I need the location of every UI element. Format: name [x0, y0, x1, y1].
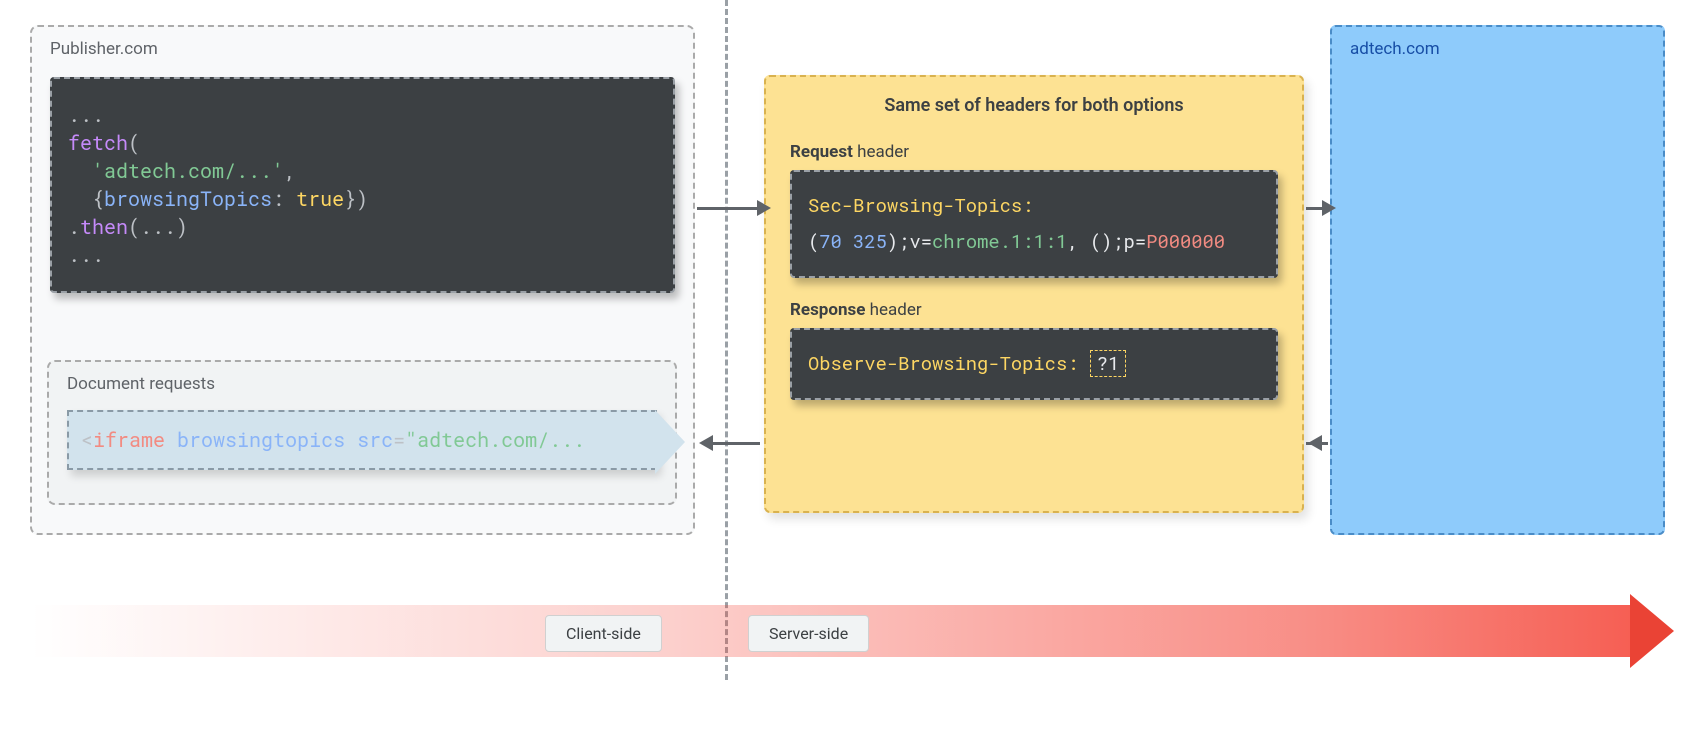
code-text	[842, 229, 853, 254]
iframe-snippet: <iframe browsingtopics src="adtech.com/.…	[67, 410, 657, 470]
client-server-divider	[725, 0, 728, 680]
publisher-label: Publisher.com	[32, 27, 693, 65]
code-text: P000000	[1146, 229, 1225, 254]
code-text: "adtech.com/...	[405, 427, 585, 453]
code-text: ();	[1090, 229, 1124, 254]
arrow-right-icon	[1306, 207, 1322, 210]
adtech-panel: adtech.com	[1330, 25, 1665, 535]
diagram-canvas: Publisher.com ... fetch( 'adtech.com/...…	[0, 0, 1692, 734]
code-text: browsingTopics	[104, 186, 272, 212]
code-text: src	[357, 427, 393, 453]
code-text: iframe	[93, 427, 165, 453]
document-requests-label: Document requests	[49, 362, 675, 402]
arrow-segment	[1306, 442, 1328, 445]
code-text: ...	[68, 102, 104, 128]
code-text: )	[356, 186, 368, 212]
code-text: (	[128, 130, 140, 156]
code-text: 'adtech.com/...'	[92, 158, 284, 184]
code-text: ;v=	[898, 229, 932, 254]
label-text: header	[853, 142, 909, 162]
code-text: fetch	[68, 130, 128, 156]
code-text: =	[393, 427, 405, 453]
arrow-right-icon	[697, 207, 757, 210]
headers-panel: Same set of headers for both options Req…	[764, 75, 1304, 513]
code-text: <	[81, 427, 93, 453]
document-requests-panel: Document requests <iframe browsingtopics…	[47, 360, 677, 505]
response-header-label: Response header	[790, 300, 1278, 320]
code-text: p=	[1124, 229, 1147, 254]
code-text: then	[80, 214, 128, 240]
request-header-label: Request header	[790, 142, 1278, 162]
server-side-pill: Server-side	[748, 615, 869, 652]
code-text: ,	[1067, 229, 1090, 254]
code-text: )	[887, 229, 898, 254]
code-text: 325	[853, 229, 887, 254]
code-text: ,	[284, 158, 296, 184]
code-text: 70	[819, 229, 842, 254]
fetch-code-box: ... fetch( 'adtech.com/...', {browsingTo…	[50, 77, 675, 293]
code-text: (...)	[128, 214, 188, 240]
code-text: Observe-Browsing-Topics:	[808, 351, 1079, 376]
code-text: chrome.1:1:1	[932, 229, 1067, 254]
code-text: {	[92, 186, 104, 212]
label-text: header	[865, 300, 921, 320]
response-value-placeholder: ?1	[1090, 350, 1127, 377]
code-text: browsingtopics	[177, 427, 345, 453]
code-text: }	[344, 186, 356, 212]
arrow-left-icon	[713, 442, 760, 445]
adtech-label: adtech.com	[1332, 27, 1663, 65]
code-text: :	[272, 186, 296, 212]
headers-panel-title: Same set of headers for both options	[790, 95, 1278, 116]
code-text: .	[68, 214, 80, 240]
client-side-pill: Client-side	[545, 615, 662, 652]
label-bold: Request	[790, 142, 853, 162]
response-header-box: Observe-Browsing-Topics: ?1	[790, 328, 1278, 400]
code-text: true	[296, 186, 344, 212]
request-header-box: Sec-Browsing-Topics: (70 325);v=chrome.1…	[790, 170, 1278, 278]
label-bold: Response	[790, 300, 865, 320]
code-text: ...	[68, 242, 104, 268]
code-text: (	[808, 229, 819, 254]
code-text: Sec-Browsing-Topics:	[808, 193, 1033, 218]
